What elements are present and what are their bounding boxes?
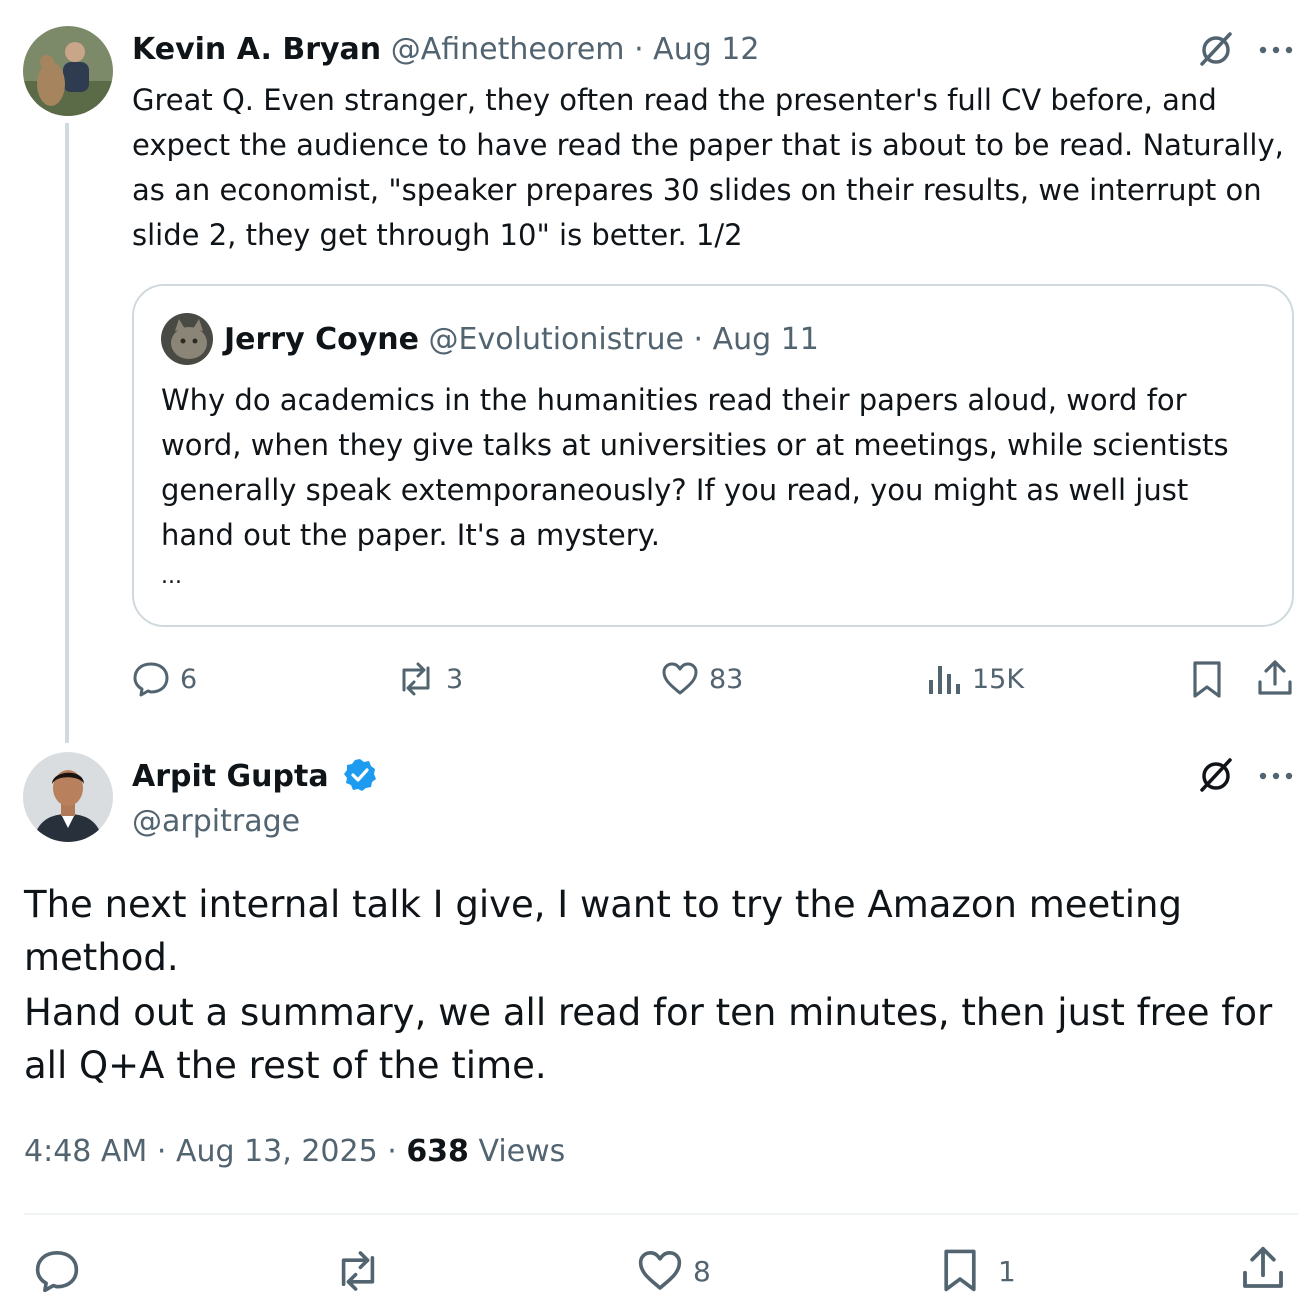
tweet-timestamp: 4:48 AM · Aug 13, 2025 · 638 Views bbox=[24, 1132, 565, 1172]
author-handle[interactable]: @Afinetheorem bbox=[391, 32, 625, 67]
like-count: 8 bbox=[693, 1254, 711, 1288]
quoted-author-handle: @Evolutionistrue bbox=[428, 322, 684, 357]
author-name[interactable]: Arpit Gupta bbox=[132, 759, 329, 794]
repost-icon[interactable] bbox=[334, 1248, 382, 1294]
more-options-icon[interactable] bbox=[1257, 766, 1295, 786]
main-tweet-paragraph-1: The next internal talk I give, I want to… bbox=[24, 883, 1182, 979]
reply-icon[interactable] bbox=[34, 1248, 80, 1294]
bookmark-icon bbox=[940, 1248, 980, 1294]
tweet-date[interactable]: Aug 12 bbox=[653, 32, 759, 67]
separator: · bbox=[387, 1134, 397, 1169]
like-count: 83 bbox=[709, 663, 744, 695]
heart-icon bbox=[661, 660, 699, 698]
quoted-tweet-date: Aug 11 bbox=[712, 322, 819, 357]
separator: · bbox=[693, 322, 704, 357]
quoted-author-name: Jerry Coyne bbox=[224, 322, 419, 357]
avatar-jerry bbox=[161, 313, 213, 365]
views-count: 15K bbox=[972, 663, 1025, 695]
separator: · bbox=[634, 32, 644, 67]
separator: · bbox=[156, 1134, 167, 1169]
main-tweet-author: Arpit Gupta bbox=[132, 757, 378, 797]
heart-icon bbox=[637, 1248, 683, 1294]
tweet-date[interactable]: Aug 13, 2025 bbox=[176, 1134, 378, 1169]
views-label: Views bbox=[478, 1134, 566, 1169]
reply-button[interactable]: 6 bbox=[132, 660, 197, 698]
repost-icon bbox=[396, 660, 436, 698]
divider bbox=[24, 1213, 1298, 1215]
like-button[interactable]: 83 bbox=[661, 660, 743, 698]
reply-tweet-header: Kevin A. Bryan @Afinetheorem · Aug 12 bbox=[132, 30, 759, 70]
tweet-time[interactable]: 4:48 AM bbox=[24, 1134, 147, 1169]
views-button[interactable]: 15K bbox=[926, 660, 1024, 698]
bookmark-count: 1 bbox=[998, 1254, 1016, 1288]
more-options-icon[interactable] bbox=[1257, 40, 1295, 60]
reply-count: 6 bbox=[180, 663, 198, 695]
quoted-tweet-header: Jerry Coyne @Evolutionistrue · Aug 11 bbox=[224, 320, 819, 360]
avatar-arpit[interactable] bbox=[23, 752, 113, 842]
grok-icon[interactable] bbox=[1196, 756, 1236, 796]
repost-count: 3 bbox=[446, 663, 464, 695]
quoted-tweet-ellipsis: ... bbox=[161, 564, 182, 589]
author-name[interactable]: Kevin A. Bryan bbox=[132, 32, 381, 67]
bookmark-icon[interactable] bbox=[1190, 660, 1224, 700]
avatar-kevin[interactable] bbox=[23, 26, 113, 116]
verified-badge-icon bbox=[342, 757, 378, 793]
share-icon[interactable] bbox=[1240, 1244, 1286, 1292]
grok-icon[interactable] bbox=[1196, 30, 1236, 70]
views-count: 638 bbox=[406, 1134, 469, 1169]
quoted-tweet-card[interactable]: Jerry Coyne @Evolutionistrue · Aug 11 Wh… bbox=[132, 284, 1294, 627]
bookmark-button[interactable]: 1 bbox=[940, 1248, 1016, 1294]
thread-connector-line bbox=[65, 123, 69, 743]
reply-icon bbox=[132, 660, 170, 698]
reply-tweet-text: Great Q. Even stranger, they often read … bbox=[132, 83, 1284, 252]
quoted-tweet-text: Why do academics in the humanities read … bbox=[161, 383, 1229, 552]
repost-button[interactable]: 3 bbox=[396, 660, 463, 698]
share-icon[interactable] bbox=[1256, 658, 1294, 698]
like-button[interactable]: 8 bbox=[637, 1248, 711, 1294]
main-tweet-paragraph-2: Hand out a summary, we all read for ten … bbox=[24, 991, 1273, 1087]
author-handle[interactable]: @arpitrage bbox=[132, 802, 300, 842]
analytics-icon bbox=[926, 660, 962, 698]
